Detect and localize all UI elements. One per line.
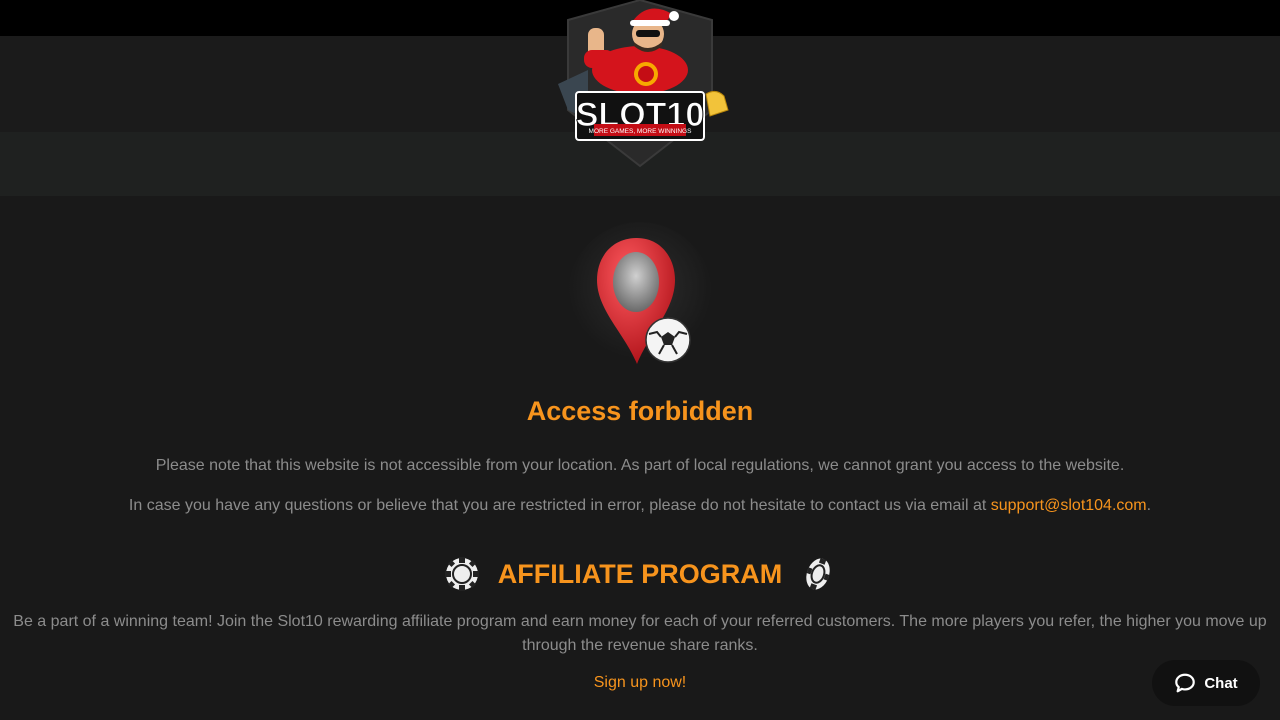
contact-notice-text: In case you have any questions or believ… [128, 497, 991, 514]
poker-chip-icon [806, 557, 830, 591]
signup-link[interactable]: Sign up now! [594, 674, 687, 691]
slot10-logo[interactable]: SLOT10 MORE GAMES, MORE WINNINGS [548, 0, 732, 168]
signup-row: Sign up now! [0, 674, 1280, 692]
page-title: Access forbidden [526, 396, 754, 426]
logo-tagline: MORE GAMES, MORE WINNINGS [589, 128, 693, 135]
affiliate-title: AFFILIATE PROGRAM [497, 558, 783, 589]
affiliate-description: Be a part of a winning team! Join the Sl… [13, 613, 1267, 654]
chat-label: Chat [1204, 674, 1238, 692]
contact-notice-suffix: . [1146, 497, 1152, 514]
poker-chip-icon [444, 557, 479, 591]
support-email-link[interactable]: support@slot104.com [991, 497, 1147, 514]
affiliate-heading: AFFILIATE PROGRAM [0, 552, 1280, 596]
chat-bubble-icon [1175, 673, 1196, 693]
chat-button[interactable]: Chat [1152, 660, 1260, 706]
location-pin-icon [568, 222, 712, 366]
location-notice: Please note that this website is not acc… [155, 457, 1125, 474]
contact-notice: In case you have any questions or believ… [0, 497, 1280, 515]
